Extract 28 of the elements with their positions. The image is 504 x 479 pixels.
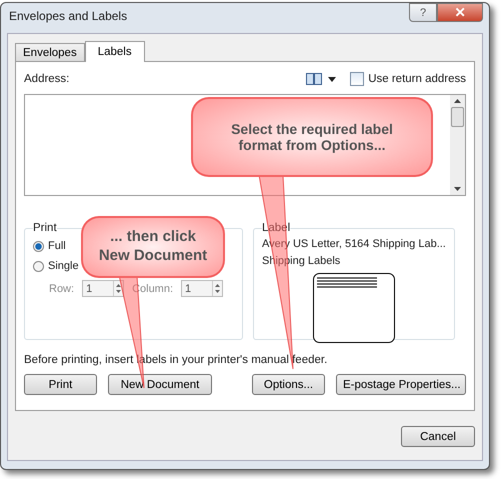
dialog-button[interactable]: E-postage Properties...: [336, 374, 466, 395]
label-preview-drawing[interactable]: [312, 273, 395, 343]
scroll-thumb[interactable]: [451, 107, 464, 127]
help-button[interactable]: ?: [409, 3, 437, 22]
callout: Select the required label format from Options...: [191, 97, 433, 177]
dialog-button[interactable]: Print: [24, 374, 97, 395]
label-name[interactable]: Avery US Letter, 5164 Shipping Lab...: [262, 236, 446, 253]
scroll-down-icon[interactable]: [454, 187, 461, 191]
checkbox-label: Use return address: [368, 73, 466, 85]
scrollbar[interactable]: [450, 95, 465, 195]
cancel-button[interactable]: Cancel: [401, 426, 475, 447]
radio-label: Single: [48, 260, 79, 272]
callout: ... then click New Document: [81, 216, 225, 278]
tab[interactable]: Labels: [84, 41, 145, 62]
tab[interactable]: Envelopes: [15, 43, 85, 61]
row-label: Row:: [49, 282, 74, 294]
radio-button[interactable]: [33, 260, 44, 272]
book-icon[interactable]: [306, 73, 322, 85]
address-label: Address:: [24, 73, 70, 85]
caret-icon[interactable]: [328, 76, 336, 82]
radio-button[interactable]: [33, 240, 44, 252]
window-title: Envelopes and Labels: [9, 9, 128, 23]
address-field[interactable]: [24, 94, 466, 196]
dialog-button[interactable]: Options...: [252, 374, 325, 395]
checkbox[interactable]: [350, 72, 364, 86]
scroll-up-icon[interactable]: [454, 99, 461, 103]
radio-label: Full: [48, 240, 66, 252]
group-title: Print: [33, 222, 57, 234]
